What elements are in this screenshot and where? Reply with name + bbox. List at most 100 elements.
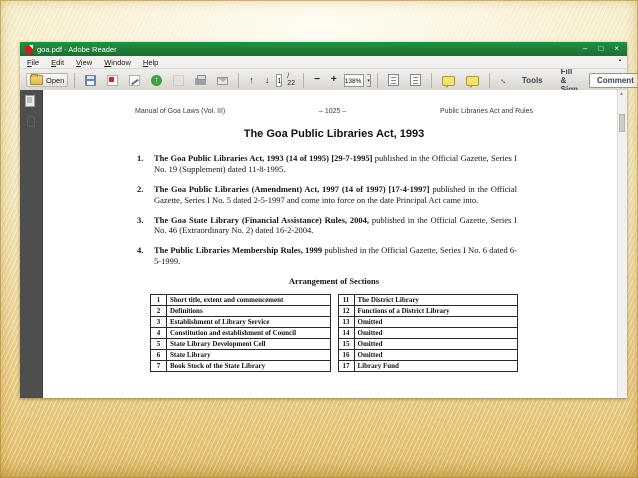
clipboard-button bbox=[169, 73, 188, 87]
document-restore-icon[interactable]: ▪ bbox=[619, 58, 621, 64]
previous-page-button[interactable]: ↑ bbox=[245, 73, 258, 87]
table-row: 13 Omitted bbox=[337, 316, 518, 328]
export-pdf-button[interactable] bbox=[103, 73, 122, 87]
pdf-app-icon bbox=[25, 45, 33, 53]
email-icon bbox=[217, 77, 229, 85]
sections-table-left: 1 Short title, extent and commencement 2D… bbox=[150, 294, 331, 372]
print-icon bbox=[195, 75, 207, 85]
fullscreen-button[interactable]: ↔ bbox=[496, 73, 512, 87]
zoom-out-icon: − bbox=[314, 74, 320, 85]
document-content-area: Manual of Goa Laws (Vol. III) – 1025 – P… bbox=[20, 90, 627, 398]
table-row: 1 Short title, extent and commencement bbox=[150, 294, 331, 306]
zoom-dropdown-button[interactable]: ▾ bbox=[367, 73, 371, 87]
menu-file[interactable]: File bbox=[27, 58, 39, 67]
expand-arrows-icon: ↔ bbox=[497, 73, 510, 87]
page-number-input[interactable]: 1 bbox=[276, 73, 283, 87]
toolbar-separator bbox=[430, 72, 432, 88]
email-button[interactable] bbox=[213, 73, 232, 87]
page-up-icon: ↑ bbox=[249, 74, 254, 85]
table-row: 4 Constitution and establishment of Counc… bbox=[150, 327, 331, 339]
tools-panel-button[interactable]: Tools bbox=[515, 74, 550, 87]
scrollbar-thumb[interactable] bbox=[619, 114, 625, 132]
window-title: goa.pdf - Adobe Reader bbox=[37, 44, 117, 54]
single-page-icon bbox=[409, 74, 421, 86]
header-left: Manual of Goa Laws (Vol. III) bbox=[135, 108, 226, 115]
maximize-button[interactable]: □ bbox=[598, 45, 603, 53]
page-down-icon: ↓ bbox=[264, 74, 270, 85]
list-item: 3. The Goa State Library (Financial Assi… bbox=[137, 214, 517, 236]
slide-background: goa.pdf - Adobe Reader – □ × File Edit V… bbox=[0, 0, 638, 478]
table-row: 3 Establishment of Library Service bbox=[150, 316, 331, 328]
menu-view[interactable]: View bbox=[76, 58, 92, 67]
scrolling-mode-icon bbox=[387, 74, 399, 86]
attachments-icon[interactable] bbox=[27, 116, 35, 127]
highlight-button[interactable] bbox=[462, 73, 483, 88]
toolbar-separator bbox=[238, 72, 240, 88]
list-item: 4. The Public Libraries Membership Rules… bbox=[137, 245, 518, 267]
table-row: 6 State Library bbox=[150, 349, 331, 361]
sign-pen-icon bbox=[129, 74, 141, 86]
toolbar: Open ↑ ↓ 1 / 22 − + 138% ▾ bbox=[20, 67, 638, 94]
table-row: 2 Definitions bbox=[150, 305, 331, 317]
zoom-in-button[interactable]: + bbox=[327, 73, 341, 87]
page-total-label: / 22 bbox=[287, 73, 296, 87]
act-list: 1. The Goa Public Libraries Act, 1993 (1… bbox=[135, 153, 533, 267]
table-row: 15 Omitted bbox=[337, 338, 518, 350]
export-pdf-icon bbox=[107, 74, 119, 86]
sign-button[interactable] bbox=[125, 73, 144, 87]
table-row: 14 Omitted bbox=[337, 327, 518, 339]
close-button[interactable]: × bbox=[614, 45, 619, 53]
page-thumbnails-icon[interactable] bbox=[25, 95, 35, 107]
document-title: The Goa Public Libraries Act, 1993 bbox=[243, 128, 425, 140]
print-button[interactable] bbox=[191, 73, 210, 87]
zoom-out-button[interactable]: − bbox=[310, 73, 324, 87]
toolbar-separator bbox=[74, 72, 76, 88]
menu-help[interactable]: Help bbox=[143, 58, 158, 67]
table-row: 7 Book Stock of the State Library bbox=[150, 360, 331, 372]
list-item: 1. The Goa Public Libraries Act, 1993 (1… bbox=[137, 153, 517, 174]
toolbar-separator bbox=[376, 72, 378, 88]
list-item: 2. The Goa Public Libraries (Amendment) … bbox=[137, 183, 518, 205]
toolbar-separator bbox=[488, 72, 490, 88]
save-icon bbox=[85, 74, 97, 86]
scrolling-mode-button[interactable] bbox=[384, 73, 403, 87]
comment-panel-button[interactable]: Comment bbox=[588, 72, 638, 88]
zoom-in-icon: + bbox=[330, 74, 337, 85]
table-row: 17 Library Fund bbox=[337, 360, 518, 372]
next-page-button[interactable]: ↓ bbox=[261, 73, 274, 87]
header-right: Public Libraries Act and Rules bbox=[439, 108, 533, 115]
open-button[interactable]: Open bbox=[26, 73, 69, 87]
toolbar-separator bbox=[303, 72, 305, 88]
vertical-scrollbar[interactable]: ▲ bbox=[617, 90, 627, 398]
clipboard-icon bbox=[173, 74, 185, 86]
window-controls: – □ × bbox=[583, 45, 622, 53]
table-row: 12 Functions of a District Library bbox=[337, 305, 518, 317]
sticky-note-icon bbox=[441, 75, 455, 88]
adobe-reader-window: goa.pdf - Adobe Reader – □ × File Edit V… bbox=[20, 42, 638, 398]
menu-window[interactable]: Window bbox=[104, 58, 131, 67]
table-row: 16 Omitted bbox=[337, 349, 518, 361]
page-header: Manual of Goa Laws (Vol. III) – 1025 – P… bbox=[135, 108, 533, 115]
scroll-up-icon[interactable]: ▲ bbox=[619, 91, 624, 97]
pdf-page-content: Manual of Goa Laws (Vol. III) – 1025 – P… bbox=[135, 108, 533, 372]
table-row: 11 The District Library bbox=[337, 294, 518, 306]
header-page-number: – 1025 – bbox=[319, 108, 347, 115]
menu-bar: File Edit View Window Help ▪ bbox=[20, 56, 627, 69]
window-titlebar[interactable]: goa.pdf - Adobe Reader – □ × bbox=[20, 42, 627, 56]
single-page-button[interactable] bbox=[406, 73, 425, 87]
sections-heading: Arrangement of Sections bbox=[288, 276, 380, 286]
sticky-note-button[interactable] bbox=[438, 73, 459, 88]
open-folder-icon bbox=[30, 74, 43, 85]
navigation-sidebar[interactable] bbox=[20, 90, 43, 398]
highlight-bubble-icon bbox=[465, 75, 479, 88]
send-button[interactable] bbox=[147, 73, 166, 87]
send-upload-icon bbox=[151, 74, 163, 86]
save-button[interactable] bbox=[81, 73, 100, 87]
pdf-page: Manual of Goa Laws (Vol. III) – 1025 – P… bbox=[43, 90, 617, 398]
sections-tables: 1 Short title, extent and commencement 2D… bbox=[135, 294, 533, 372]
sections-table-right: 11 The District Library 12 Functions of a … bbox=[337, 294, 519, 372]
menu-edit[interactable]: Edit bbox=[51, 58, 64, 67]
zoom-level-input[interactable]: 138% bbox=[343, 73, 365, 87]
minimize-button[interactable]: – bbox=[583, 45, 587, 53]
table-row: 5 State Library Development Cell bbox=[150, 338, 331, 350]
